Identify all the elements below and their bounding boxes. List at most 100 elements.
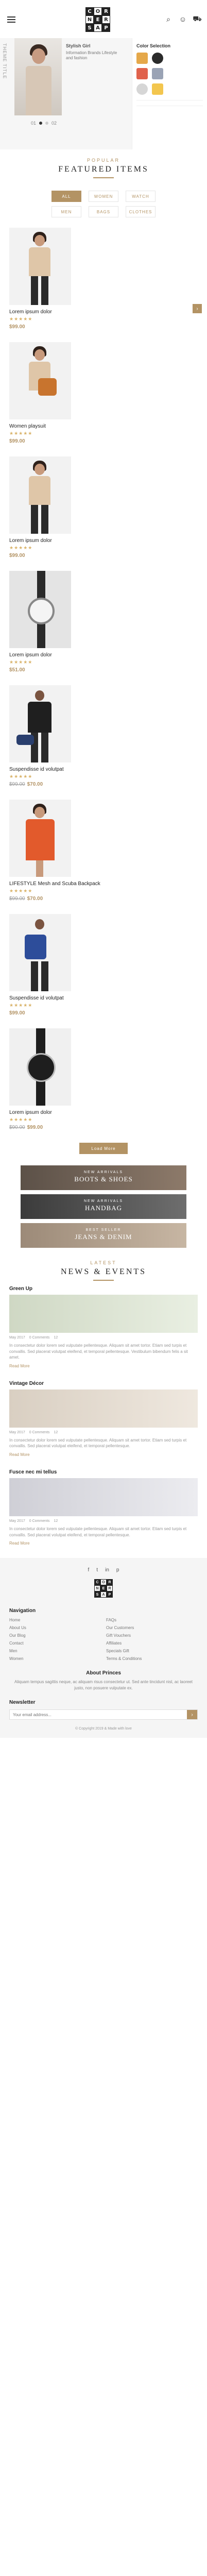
news-card: Green Up May 2017 0 Comments 12 In consectet… <box>5 1286 202 1368</box>
product-rating: ★★★★★ <box>9 545 33 550</box>
product-name[interactable]: LIFESTYLE Mesh and Scuba Backpack <box>9 881 198 887</box>
news-image[interactable] <box>9 1478 198 1516</box>
footer-link[interactable]: Our Customers <box>106 1625 198 1630</box>
product-card[interactable]: Suspendisse id volutpat ★★★★★ $99.00 $70.00 <box>5 685 202 787</box>
product-rating: ★★★★★ <box>9 1117 33 1122</box>
tab-men[interactable]: MEN <box>51 206 81 217</box>
product-current-price: $99.00 <box>9 438 25 444</box>
product-price: $99.00 <box>9 438 198 444</box>
read-more-link[interactable]: Read More <box>9 1364 198 1368</box>
color-swatch[interactable] <box>136 53 148 64</box>
color-swatch[interactable] <box>152 68 163 79</box>
tab-bags[interactable]: BAGS <box>89 206 118 217</box>
footer-link[interactable]: About Us <box>9 1625 101 1630</box>
footer-link[interactable]: Terms & Conditions <box>106 1656 198 1661</box>
news-image[interactable] <box>9 1389 198 1428</box>
footer-link[interactable]: FAQs <box>106 1618 198 1622</box>
newsletter-submit-button[interactable]: › <box>187 1710 197 1720</box>
read-more-link[interactable]: Read More <box>9 1452 198 1457</box>
tab-clothes[interactable]: CLOTHES <box>126 206 156 217</box>
hero-slider: THEME TITLE Stylish Girl Information Bra… <box>0 38 207 149</box>
footer-link[interactable]: Men <box>9 1649 101 1653</box>
hamburger-menu-icon[interactable] <box>7 16 15 23</box>
color-swatch[interactable] <box>152 83 163 95</box>
about-title: About Princes <box>86 1670 121 1676</box>
tab-watch[interactable]: WATCH <box>126 191 156 202</box>
promo-banner[interactable]: BEST SELLER JEANS & DENIM <box>21 1223 186 1248</box>
promo-banner[interactable]: NEW ARRIVALS HANDBAG <box>21 1194 186 1219</box>
social-link-in-icon[interactable]: in <box>105 1567 109 1573</box>
footer-link[interactable]: Affiliates <box>106 1641 198 1646</box>
news-comments[interactable]: 0 Comments <box>29 1519 50 1523</box>
product-name[interactable]: Lorem ipsum dolor <box>9 309 198 315</box>
tab-all[interactable]: ALL <box>51 191 81 202</box>
color-swatch[interactable] <box>152 53 163 64</box>
site-logo[interactable]: CORNERSAP <box>85 7 110 32</box>
news-meta: May 2017 0 Comments 12 <box>9 1519 198 1523</box>
color-swatch[interactable] <box>136 83 148 95</box>
product-image[interactable] <box>9 1028 71 1106</box>
promo-banner[interactable]: NEW ARRIVALS BOOTS & SHOES <box>21 1165 186 1190</box>
product-price: $99.00 <box>9 324 198 330</box>
footer-link[interactable]: Contact <box>9 1641 101 1646</box>
site-header: CORNERSAP ⌕ ☺ ⛟ <box>0 0 207 38</box>
product-image[interactable] <box>9 914 71 991</box>
read-more-link[interactable]: Read More <box>9 1541 198 1546</box>
footer-logo[interactable]: CORNERSAP <box>94 1579 113 1598</box>
footer-logo-letter: E <box>100 1585 107 1592</box>
news-excerpt: In consectetur dolor lorem sed vulputate… <box>9 1437 187 1449</box>
load-more-button[interactable]: Load More <box>79 1143 128 1154</box>
search-icon[interactable]: ⌕ <box>164 14 173 24</box>
product-image[interactable] <box>9 571 71 648</box>
slider-next-icon[interactable]: › <box>193 304 202 313</box>
news-post-title[interactable]: Vintage Décor <box>9 1381 198 1386</box>
product-name[interactable]: Lorem ipsum dolor <box>9 1110 198 1115</box>
product-name[interactable]: Suspendisse id volutpat <box>9 767 198 772</box>
product-card[interactable]: LIFESTYLE Mesh and Scuba Backpack ★★★★★ $9… <box>5 800 202 902</box>
product-image[interactable] <box>9 228 71 305</box>
cart-icon[interactable]: ⛟ <box>193 14 202 24</box>
news-comments[interactable]: 0 Comments <box>29 1431 50 1434</box>
news-image[interactable] <box>9 1295 198 1333</box>
product-card[interactable]: Lorem ipsum dolor ★★★★★ $99.00 <box>5 228 202 330</box>
product-old-price: $90.00 <box>9 1125 25 1130</box>
logo-letter: A <box>94 24 102 32</box>
product-name[interactable]: Lorem ipsum dolor <box>9 652 198 658</box>
footer-link[interactable]: Specials Gift <box>106 1649 198 1653</box>
product-image[interactable] <box>9 800 71 877</box>
pager-dot-active[interactable] <box>39 122 43 125</box>
product-name[interactable]: Women playsuit <box>9 423 198 429</box>
product-card[interactable]: Women playsuit ★★★★★ $99.00 <box>5 342 202 444</box>
product-card[interactable]: Lorem ipsum dolor ★★★★★ $51.00 <box>5 571 202 673</box>
news-date: May 2017 <box>9 1519 25 1523</box>
footer-link[interactable]: Home <box>9 1618 101 1622</box>
product-rating: ★★★★★ <box>9 431 33 436</box>
product-card[interactable]: Lorem ipsum dolor ★★★★★ $99.00 <box>5 456 202 558</box>
logo-letter: P <box>102 24 110 32</box>
pager-dot[interactable] <box>45 122 49 125</box>
product-card[interactable]: Lorem ipsum dolor ★★★★★ $90.00 $99.00 <box>5 1028 202 1130</box>
color-swatch[interactable] <box>136 68 148 79</box>
news-post-title[interactable]: Fusce nec mi tellus <box>9 1469 198 1475</box>
user-icon[interactable]: ☺ <box>178 14 187 24</box>
product-name[interactable]: Suspendisse id volutpat <box>9 995 198 1001</box>
product-name[interactable]: Lorem ipsum dolor <box>9 538 198 544</box>
product-card[interactable]: Suspendisse id volutpat ★★★★★ $99.00 <box>5 914 202 1016</box>
footer-link[interactable]: Our Blog <box>9 1633 101 1638</box>
social-link-f-icon[interactable]: f <box>88 1567 90 1573</box>
news-comments[interactable]: 0 Comments <box>29 1336 50 1340</box>
product-image[interactable] <box>9 456 71 534</box>
banner-title: HANDBAG <box>85 1204 122 1212</box>
footer-link[interactable]: Women <box>9 1656 101 1661</box>
pager-current: 01 <box>31 121 37 126</box>
social-link-p-icon[interactable]: p <box>116 1567 119 1573</box>
product-price: $99.00 <box>9 1010 198 1016</box>
product-price: $90.00 $99.00 <box>9 1125 198 1130</box>
tab-women[interactable]: WOMEN <box>89 191 118 202</box>
product-image[interactable] <box>9 685 71 762</box>
footer-link[interactable]: Gift Vouchers <box>106 1633 198 1638</box>
social-link-t-icon[interactable]: t <box>96 1567 98 1573</box>
newsletter-email-input[interactable] <box>10 1710 187 1720</box>
product-image[interactable] <box>9 342 71 419</box>
news-post-title[interactable]: Green Up <box>9 1286 198 1292</box>
